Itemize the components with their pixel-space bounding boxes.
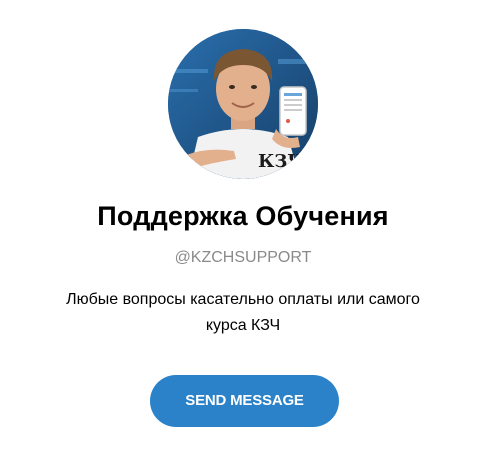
- avatar: КЗЧ: [168, 29, 318, 179]
- avatar-shirt-text: КЗЧ: [258, 151, 304, 172]
- avatar-photo: КЗЧ: [168, 29, 318, 179]
- send-message-button[interactable]: SEND MESSAGE: [150, 375, 339, 427]
- profile-description: Любые вопросы касательно оплаты или само…: [66, 291, 420, 334]
- profile-card: КЗЧ Поддержка Обучения @KZCHSUPPORT Любы…: [0, 0, 486, 449]
- profile-handle: @KZCHSUPPORT: [174, 249, 312, 266]
- profile-title: Поддержка Обучения: [97, 201, 389, 231]
